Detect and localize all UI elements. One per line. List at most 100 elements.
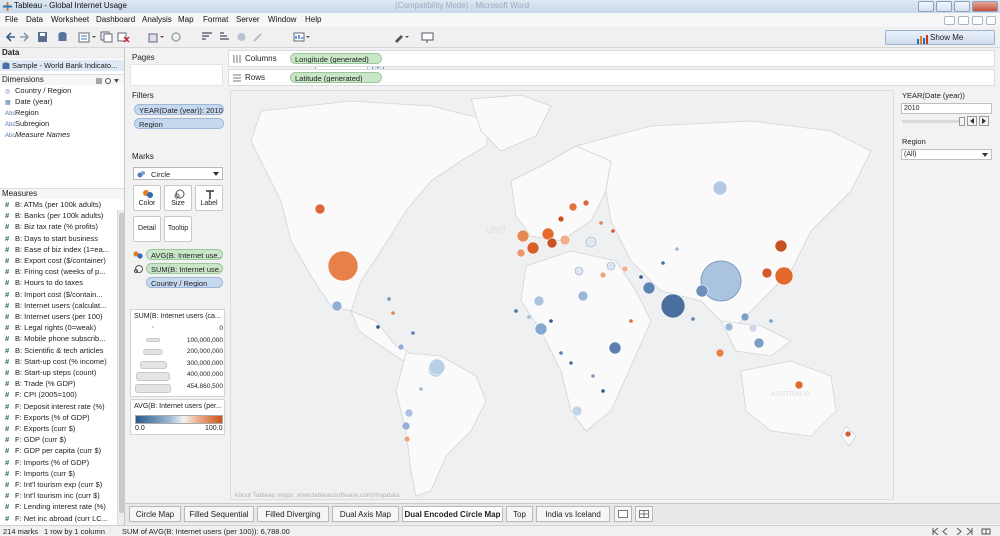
duplicate-sheet-icon[interactable] (100, 31, 114, 43)
show-me-button[interactable]: Show Me (885, 30, 995, 45)
measure-field[interactable]: # B: ATMs (per 100k adults) (0, 200, 116, 211)
measure-field[interactable]: # F: Exports (curr $) (0, 424, 116, 435)
forward-arrow-icon[interactable] (19, 31, 30, 43)
year-next-button[interactable] (979, 116, 989, 126)
measure-field[interactable]: # B: Firing cost (weeks of p... (0, 267, 116, 278)
minimize-sheet-icon[interactable] (958, 16, 969, 25)
swap-icon[interactable] (148, 31, 164, 43)
measure-field[interactable]: # F: Net inc abroad (curr LC... (0, 514, 116, 525)
fit-width-icon[interactable] (293, 31, 311, 43)
tab-india-vs-iceland[interactable]: India vs Iceland (536, 506, 610, 522)
sheet-navigation-icon[interactable] (930, 528, 994, 535)
tab-top[interactable]: Top (506, 506, 533, 522)
measure-field[interactable]: # F: GDP (curr $) (0, 435, 116, 446)
save-icon[interactable] (37, 31, 48, 43)
menu-worksheet[interactable]: Worksheet (51, 15, 89, 24)
year-slider-track[interactable] (902, 120, 962, 123)
restore-sheet-icon[interactable] (944, 16, 955, 25)
measure-field[interactable]: # B: Hours to do taxes (0, 278, 116, 289)
highlight-icon[interactable] (252, 31, 263, 43)
measure-field[interactable]: # F: Int'l tourism inc (curr $) (0, 491, 116, 502)
menu-map[interactable]: Map (178, 15, 194, 24)
mark-type-dropdown[interactable]: Circle (133, 167, 223, 180)
year-slider-thumb[interactable] (959, 117, 965, 126)
new-dashboard-tab[interactable] (635, 506, 653, 522)
extra-sheet-icon[interactable] (986, 16, 996, 25)
measure-field[interactable]: # B: Start-up steps (count) (0, 368, 116, 379)
clear-sheet-icon[interactable] (117, 31, 131, 43)
scrollbar-thumb[interactable] (119, 213, 124, 513)
color-button[interactable]: Color (133, 185, 161, 211)
tab-dual-axis-map[interactable]: Dual Axis Map (332, 506, 399, 522)
dimension-field[interactable]: AbcRegion (0, 108, 116, 119)
rows-pill-latitude[interactable]: Latitude (generated) (290, 72, 382, 83)
detail-button[interactable]: Detail (133, 216, 161, 242)
back-arrow-icon[interactable] (5, 31, 16, 43)
measure-field[interactable]: # B: Legal rights (0=weak) (0, 323, 116, 334)
sort-descending-icon[interactable] (218, 31, 229, 43)
tab-dual-encoded-circle-map[interactable]: Dual Encoded Circle Map (402, 506, 503, 522)
dimension-field[interactable]: AbcSubregion (0, 119, 116, 130)
measure-field[interactable]: # B: Import cost ($/contain... (0, 290, 116, 301)
pages-drop-zone[interactable] (130, 64, 223, 86)
marks-pill-sum-internet[interactable]: SUM(B: Internet use... (146, 263, 223, 274)
menu-window[interactable]: Window (268, 15, 296, 24)
dimension-field[interactable]: AbcMeasure Names (0, 130, 116, 141)
measure-field[interactable]: # F: Int'l tourism exp (curr $) (0, 480, 116, 491)
measure-field[interactable]: # F: Deposit interest rate (%) (0, 402, 116, 413)
measure-field[interactable]: # B: Ease of biz index (1=ea... (0, 245, 116, 256)
measure-field[interactable]: # F: Imports (% of GDP) (0, 458, 116, 469)
measure-field[interactable]: # F: Lending interest rate (%) (0, 502, 116, 513)
measure-field[interactable]: # F: GDP per capita (curr $) (0, 446, 116, 457)
tab-filled-sequential[interactable]: Filled Sequential (184, 506, 254, 522)
menu-dashboard[interactable]: Dashboard (96, 15, 135, 24)
measure-field[interactable]: # B: Days to start business (0, 234, 116, 245)
size-button[interactable]: Size (164, 185, 192, 211)
measures-scrollbar[interactable] (117, 210, 124, 526)
close-window-button[interactable] (972, 1, 998, 12)
map-view[interactable]: UNIT AUSTRALIA About Tableau maps: www.t… (230, 90, 894, 500)
measure-field[interactable]: # B: Trade (% GDP) (0, 379, 116, 390)
measure-field[interactable]: # F: Imports (curr $) (0, 469, 116, 480)
tab-filled-diverging[interactable]: Filled Diverging (257, 506, 329, 522)
menu-server[interactable]: Server (236, 15, 260, 24)
menu-data[interactable]: Data (26, 15, 43, 24)
help-window-button[interactable] (918, 1, 934, 12)
marks-pill-avg-internet[interactable]: AVG(B: Internet use... (146, 249, 223, 260)
measure-field[interactable]: # B: Mobile phone subscrib... (0, 334, 116, 345)
measure-field[interactable]: # B: Start-up cost (% income) (0, 357, 116, 368)
tooltip-button[interactable]: Tooltip (164, 216, 192, 242)
presentation-icon[interactable] (421, 31, 435, 43)
new-worksheet-icon[interactable] (78, 31, 96, 43)
refresh-icon[interactable] (170, 31, 184, 43)
measure-field[interactable]: # B: Internet users (per 100) (0, 312, 116, 323)
measure-field[interactable]: # F: CPI (2005=100) (0, 390, 116, 401)
measure-field[interactable]: # B: Internet users (calculat... (0, 301, 116, 312)
menu-file[interactable]: File (5, 15, 18, 24)
group-icon[interactable] (236, 31, 247, 43)
dimension-field[interactable]: ◎ Country / Region (0, 86, 116, 97)
sort-icon[interactable] (200, 31, 214, 43)
measure-field[interactable]: # B: Banks (per 100k adults) (0, 211, 116, 222)
datasource-item[interactable]: Sample - World Bank Indicato... (0, 60, 124, 71)
dimension-tools-icon[interactable] (95, 77, 119, 85)
filter-pill-region[interactable]: Region (134, 118, 224, 129)
tab-circle-map[interactable]: Circle Map (129, 506, 181, 522)
dimension-field[interactable]: ▦ Date (year) (0, 97, 116, 108)
menu-help[interactable]: Help (305, 15, 321, 24)
measure-field[interactable]: # B: Export cost ($/container) (0, 256, 116, 267)
menu-format[interactable]: Format (203, 15, 228, 24)
marks-pill-country[interactable]: Country / Region (146, 277, 223, 288)
measure-field[interactable]: # B: Biz tax rate (% profits) (0, 222, 116, 233)
label-button[interactable]: Label (195, 185, 223, 211)
annotate-pen-icon[interactable] (393, 31, 409, 43)
maximize-button[interactable] (954, 1, 970, 12)
filter-pill-year[interactable]: YEAR(Date (year)): 2010 (134, 104, 224, 115)
measure-field[interactable]: # F: Exports (% of GDP) (0, 413, 116, 424)
year-prev-button[interactable] (967, 116, 977, 126)
year-filter-value[interactable]: 2010 (901, 103, 992, 114)
menu-analysis[interactable]: Analysis (142, 15, 172, 24)
minimize-button[interactable] (936, 1, 952, 12)
data-source-icon[interactable] (57, 31, 68, 43)
new-worksheet-tab[interactable] (614, 506, 632, 522)
